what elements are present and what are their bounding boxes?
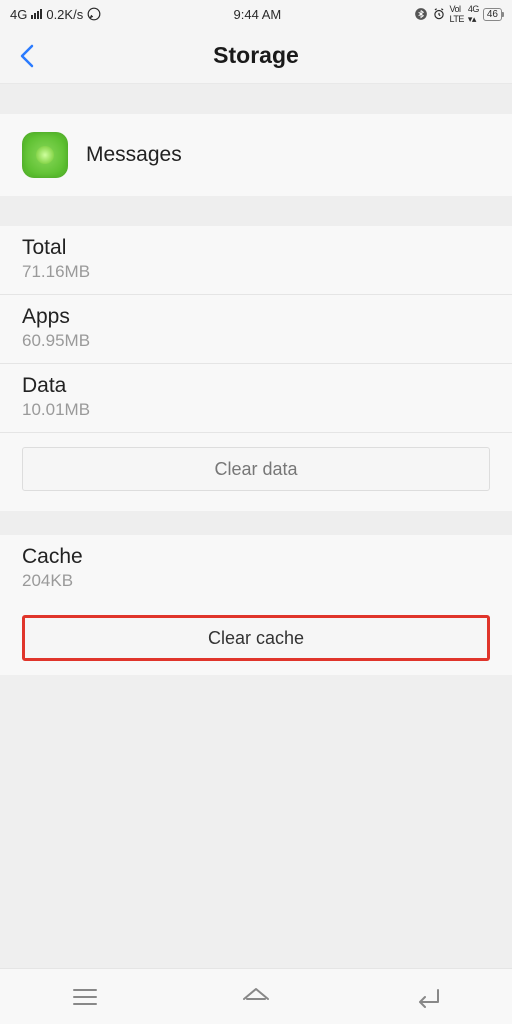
4g-indicator: 4G▾▴ <box>468 4 479 25</box>
bluetooth-icon <box>414 7 428 21</box>
section-gap <box>0 196 512 226</box>
section-gap <box>0 511 512 535</box>
apps-value: 60.95MB <box>22 331 490 351</box>
data-value: 10.01MB <box>22 400 490 420</box>
total-value: 71.16MB <box>22 262 490 282</box>
section-gap <box>0 84 512 114</box>
home-icon <box>241 985 271 1009</box>
data-label: Data <box>22 374 490 398</box>
back-icon <box>412 986 442 1008</box>
status-right: VolLTE 4G▾▴ 46 <box>414 4 502 25</box>
signal-icon <box>31 9 42 19</box>
apps-row: Apps 60.95MB <box>0 295 512 364</box>
home-button[interactable] <box>241 982 271 1012</box>
messages-app-icon <box>22 132 68 178</box>
data-row: Data 10.01MB <box>0 364 512 433</box>
status-bar: 4G 0.2K/s 9:44 AM VolLTE 4G▾▴ 46 <box>0 0 512 28</box>
volte-indicator: VolLTE <box>450 4 464 24</box>
total-label: Total <box>22 236 490 260</box>
clear-cache-button[interactable]: Clear cache <box>22 615 490 661</box>
apps-label: Apps <box>22 305 490 329</box>
status-left: 4G 0.2K/s <box>10 7 101 22</box>
total-row: Total 71.16MB <box>0 226 512 295</box>
clear-data-button[interactable]: Clear data <box>22 447 490 491</box>
network-speed: 0.2K/s <box>46 7 83 22</box>
back-button[interactable] <box>0 28 56 84</box>
battery-indicator: 46 <box>483 8 502 21</box>
menu-icon <box>72 987 98 1007</box>
chevron-left-icon <box>18 43 38 69</box>
app-header: Storage <box>0 28 512 84</box>
android-back-button[interactable] <box>412 982 442 1012</box>
clear-data-row: Clear data <box>0 433 512 511</box>
clear-cache-row: Clear cache <box>0 603 512 675</box>
app-info-row[interactable]: Messages <box>0 114 512 196</box>
empty-space <box>0 675 512 968</box>
recent-apps-button[interactable] <box>70 982 100 1012</box>
navigation-bar <box>0 968 512 1024</box>
cache-label: Cache <box>22 545 490 569</box>
alarm-icon <box>432 7 446 21</box>
cache-value: 204KB <box>22 571 490 591</box>
page-title: Storage <box>0 42 512 69</box>
network-type: 4G <box>10 7 27 22</box>
status-time: 9:44 AM <box>234 7 282 22</box>
app-name: Messages <box>86 143 182 167</box>
cache-row: Cache 204KB <box>0 535 512 603</box>
whatsapp-icon <box>87 7 101 21</box>
